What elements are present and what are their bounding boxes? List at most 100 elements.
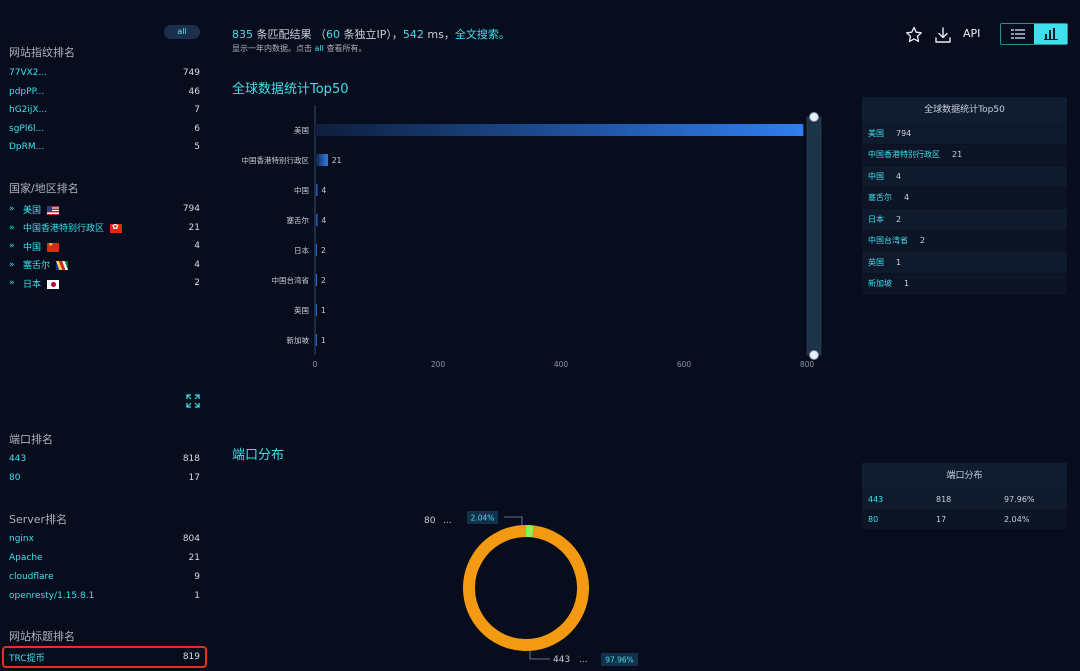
- country-label: 中国香港特别行政区: [23, 224, 105, 234]
- bar-chart-view-icon: [1043, 28, 1058, 40]
- chevron-right-icon: »: [9, 278, 15, 288]
- expand-icon[interactable]: [186, 394, 200, 408]
- country-label-wrap: 塞舌尔: [23, 258, 194, 271]
- donut-dots-443: ...: [579, 655, 588, 665]
- bar[interactable]: [315, 154, 328, 166]
- port-dist-pct: 2.04%: [1004, 514, 1030, 524]
- sub-summary: 显示一年内数据。点击 all 查看所有。: [232, 43, 366, 54]
- download-icon[interactable]: [934, 26, 952, 44]
- port-dist-panel: 端口分布 443 818 97.96% 80 17 2.04%: [862, 463, 1067, 529]
- fingerprint-count: 5: [194, 142, 200, 152]
- country-row[interactable]: » 日本 2: [9, 275, 200, 291]
- bar-value-label: 1: [321, 336, 326, 345]
- bar[interactable]: [315, 334, 317, 346]
- country-row[interactable]: » 美国 794: [9, 201, 200, 217]
- results-text: 条匹配结果 （: [253, 28, 326, 41]
- chart-view-button[interactable]: [1034, 24, 1067, 44]
- x-tick-label: 800: [800, 360, 815, 369]
- server-count: 9: [194, 572, 200, 582]
- server-label: openresty/1.15.8.1: [9, 591, 95, 601]
- chevron-right-icon: »: [9, 222, 15, 233]
- country-row[interactable]: » 中国香港特别行政区 21: [9, 220, 200, 236]
- donut-pct-80: 2.04%: [471, 514, 495, 523]
- bar[interactable]: [315, 184, 318, 196]
- bar[interactable]: [315, 214, 318, 226]
- star-icon[interactable]: [905, 26, 923, 44]
- country-label: 塞舌尔: [23, 261, 51, 271]
- sub-summary-post: 查看所有。: [323, 44, 367, 53]
- fingerprint-row[interactable]: hG2ijX... 7: [9, 102, 200, 118]
- donut-slice-443[interactable]: [463, 525, 589, 651]
- bar[interactable]: [315, 274, 317, 286]
- highlight-box: [2, 646, 207, 668]
- fingerprint-row[interactable]: sgPl6l... 6: [9, 121, 200, 137]
- fingerprint-row[interactable]: 77VX2... 749: [9, 65, 200, 81]
- donut-label-443: 443: [553, 655, 570, 665]
- flag-hk-icon: [110, 224, 123, 233]
- bar[interactable]: [315, 244, 317, 256]
- server-row[interactable]: nginx 804: [9, 531, 200, 547]
- server-count: 21: [188, 553, 200, 563]
- list-view-button[interactable]: [1001, 24, 1034, 44]
- zoom-handle-top[interactable]: [809, 112, 819, 122]
- fulltext-search-link[interactable]: 全文搜索。: [455, 28, 510, 41]
- bar-value-label: 1: [321, 306, 326, 315]
- server-row[interactable]: Apache 21: [9, 550, 200, 566]
- zoom-slider-track[interactable]: [806, 116, 822, 356]
- bar[interactable]: [315, 124, 804, 136]
- country-row[interactable]: » 中国 4: [9, 238, 200, 254]
- x-tick-label: 400: [554, 360, 569, 369]
- global-stats-bar-chart: 美国794中国香港特别行政区21中国4塞舌尔4日本2中国台湾省2英国1新加坡10…: [242, 105, 822, 369]
- fingerprint-label: sgPl6l...: [9, 123, 45, 134]
- country-row[interactable]: » 塞舌尔 4: [9, 257, 200, 273]
- chevron-right-icon: »: [9, 204, 15, 214]
- zoom-handle-bottom[interactable]: [809, 350, 819, 360]
- site-title-rank-title: 网站标题排名: [9, 630, 75, 643]
- port-dist-port: 80: [868, 514, 879, 524]
- chevron-right-icon: »: [9, 259, 15, 270]
- port-dist-pct: 97.96%: [1004, 494, 1035, 504]
- global-stats-value: 4: [896, 171, 902, 181]
- bar-category-label: 中国: [294, 185, 309, 195]
- port-dist-row: 80 17 2.04%: [862, 509, 1067, 529]
- fingerprint-label: pdpPP...: [9, 86, 45, 97]
- fingerprint-row[interactable]: pdpPP... 46: [9, 84, 200, 100]
- bar-category-label: 美国: [294, 125, 309, 135]
- country-count: 794: [182, 204, 200, 214]
- bar-value-label: 4: [321, 186, 326, 195]
- global-stats-row: 塞舌尔 4: [862, 188, 1067, 209]
- list-view-icon: [1010, 29, 1025, 39]
- all-button[interactable]: all: [164, 25, 200, 39]
- bar-value-label: 21: [332, 156, 342, 165]
- fingerprint-label: hG2ijX...: [9, 105, 48, 115]
- global-stats-value: 4: [904, 193, 910, 203]
- fingerprint-count: 46: [188, 86, 200, 97]
- global-stats-name: 中国香港特别行政区: [868, 150, 940, 160]
- global-stats-panel-title: 全球数据统计Top50: [862, 97, 1067, 123]
- show-all-link[interactable]: all: [315, 44, 324, 53]
- port-row[interactable]: 443 818: [9, 451, 200, 467]
- server-count: 1: [194, 591, 200, 601]
- global-stats-rows: 美国 794 中国香港特别行政区 21 中国 4 塞舌尔 4 日本 2 中国台湾省 2 英国 1 新加坡 1: [862, 123, 1067, 295]
- api-link[interactable]: API: [963, 27, 980, 40]
- port-dist-title: 端口分布: [232, 448, 285, 463]
- global-stats-row: 美国 794: [862, 123, 1067, 145]
- fingerprint-row[interactable]: DpRM... 5: [9, 139, 200, 155]
- global-stats-title: 全球数据统计Top50: [232, 82, 349, 97]
- server-count: 804: [182, 534, 200, 544]
- server-label: nginx: [9, 534, 34, 544]
- country-label-wrap: 中国香港特别行政区: [23, 221, 189, 234]
- port-donut-chart: 80... 2.04% 443... 97.96%: [424, 511, 638, 666]
- port-dist-rows: 443 818 97.96% 80 17 2.04%: [862, 489, 1067, 529]
- global-stats-value: 1: [904, 279, 910, 289]
- bar[interactable]: [315, 304, 317, 316]
- port-label: 443: [9, 454, 27, 464]
- server-row[interactable]: cloudflare 9: [9, 569, 200, 585]
- flag-sc-icon: [56, 261, 69, 270]
- port-count: 17: [188, 473, 200, 483]
- server-row[interactable]: openresty/1.15.8.1 1: [9, 588, 200, 604]
- sub-summary-pre: 显示一年内数据。点击: [232, 44, 315, 53]
- flag-jp-icon: [47, 279, 60, 289]
- port-row[interactable]: 80 17: [9, 470, 200, 486]
- leader-line-80: [504, 516, 523, 525]
